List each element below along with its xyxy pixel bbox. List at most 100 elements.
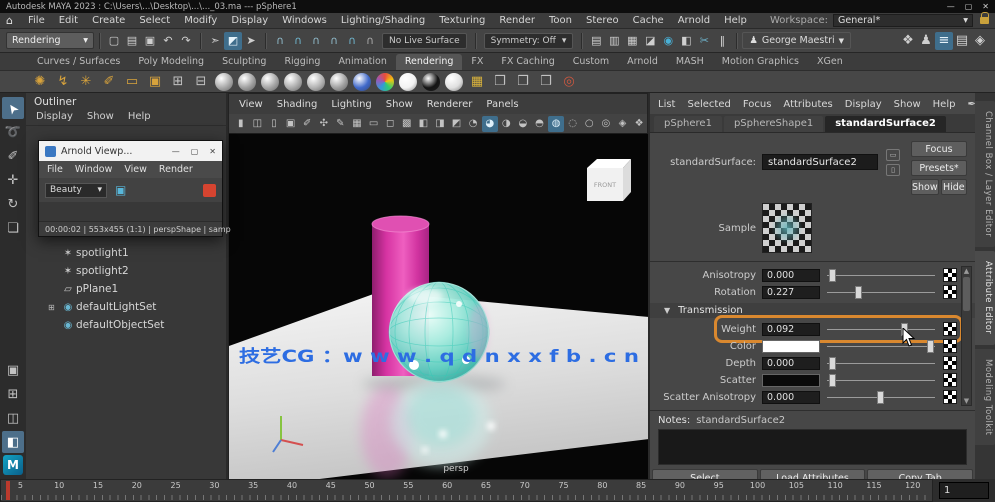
snap-point-icon[interactable]: ∩	[307, 32, 325, 50]
volume-light-icon[interactable]: ▭	[122, 72, 142, 92]
attribute-value-field[interactable]	[762, 373, 820, 387]
safe-title-icon[interactable]: ◩	[449, 116, 465, 132]
collapse-triangle-icon[interactable]: ▼	[664, 306, 670, 315]
save-scene-icon[interactable]: ▣	[141, 32, 159, 50]
light-editor-icon[interactable]: ❒	[536, 72, 556, 92]
modeling-toolkit-icon[interactable]: ❖	[899, 32, 917, 50]
render-target-icon[interactable]: ◎	[559, 72, 579, 92]
attribute-slider[interactable]	[827, 373, 935, 387]
ambient-occlusion-icon[interactable]: ◍	[548, 115, 564, 132]
texture-map-button[interactable]	[943, 373, 957, 387]
menu-item[interactable]: Cache	[626, 15, 671, 26]
workspace-dropdown[interactable]: General* ▾	[833, 14, 973, 27]
layout-four-pane[interactable]: ⊞	[2, 383, 24, 405]
arnold-menu-item[interactable]: Render	[159, 164, 193, 175]
sidebar-tab[interactable]: Modeling Toolkit	[975, 348, 995, 446]
hypershade-icon[interactable]: ⊟	[191, 72, 211, 92]
outliner-menu-item[interactable]: Help	[128, 111, 151, 122]
use-all-lights-icon[interactable]: ◒	[515, 116, 531, 132]
select-component-icon[interactable]: ➤	[242, 32, 260, 50]
playhead[interactable]	[6, 481, 10, 500]
spot-light-icon[interactable]: ✐	[99, 72, 119, 92]
menu-item[interactable]: Display	[224, 15, 275, 26]
menu-item[interactable]: Stereo	[579, 15, 626, 26]
viewport-menu-item[interactable]: Lighting	[331, 99, 371, 110]
select-tool[interactable]: ➤	[2, 97, 24, 119]
attribute-slider[interactable]	[827, 268, 935, 282]
wireframe-icon[interactable]: ◔	[465, 116, 481, 132]
shadows-icon[interactable]: ◓	[532, 116, 548, 132]
outliner-menu-item[interactable]: Display	[36, 111, 73, 122]
menu-set-dropdown[interactable]: Rendering ▾	[6, 32, 94, 49]
viewport-menu-item[interactable]: Renderer	[427, 99, 473, 110]
assign-material-icon[interactable]: ❒	[490, 72, 510, 92]
glass-sphere-object[interactable]	[388, 281, 490, 383]
shelf-tab[interactable]: Sculpting	[213, 54, 275, 70]
swatch-link-icon[interactable]: ▭	[886, 148, 900, 161]
minimize-button[interactable]: —	[947, 2, 955, 11]
menu-item[interactable]: Help	[717, 15, 754, 26]
bookmark-icon[interactable]: ▯	[266, 116, 282, 132]
timeline-ruler[interactable]: 5 10 15 20 25 30 35 40 45 50 55 60 65 70 75 80 85 90 95 100…	[0, 479, 933, 502]
attribute-editor-icon[interactable]: ▤	[953, 32, 971, 50]
surface-shader-black-icon[interactable]	[422, 72, 440, 91]
slider-handle[interactable]	[900, 322, 908, 336]
attribute-slider[interactable]	[827, 356, 935, 370]
attribute-editor-tab[interactable]: standardSurface2	[825, 116, 946, 132]
show-button[interactable]: Show	[911, 179, 939, 195]
2d-pan-zoom-icon[interactable]: ✐	[299, 116, 315, 132]
scrollbar-thumb[interactable]	[963, 277, 970, 311]
film-gate-icon[interactable]: ▭	[366, 116, 382, 132]
menu-item[interactable]: Edit	[52, 15, 85, 26]
expand-icon[interactable]: ⊞	[48, 303, 60, 312]
attribute-editor-tab[interactable]: pSphere1	[654, 116, 722, 132]
ipr-render-icon[interactable]: ▥	[605, 32, 623, 50]
arnold-menu-item[interactable]: Window	[75, 164, 112, 175]
live-surface-button[interactable]: No Live Surface	[382, 32, 467, 49]
output-connection-icon[interactable]: ▯	[886, 163, 900, 176]
home-icon[interactable]: ⌂	[6, 14, 13, 27]
checker-texture-icon[interactable]: ▦	[467, 72, 487, 92]
slider-handle[interactable]	[829, 373, 837, 387]
fx-icon[interactable]: ◈	[615, 116, 631, 132]
attribute-value-field[interactable]: 0.000	[762, 390, 820, 404]
shading-group-icon[interactable]: ⊞	[168, 72, 188, 92]
viewport-menu-item[interactable]: Show	[386, 99, 413, 110]
field-chart-icon[interactable]: ◧	[416, 116, 432, 132]
grease-pencil-icon[interactable]: ✎	[333, 116, 349, 132]
shelf-tab[interactable]: FX Caching	[492, 54, 563, 70]
textured-icon[interactable]: ◑	[499, 116, 515, 132]
texture-map-button[interactable]	[943, 285, 957, 299]
arnold-renderview-icon[interactable]: ◉	[659, 32, 677, 50]
scroll-down-icon[interactable]: ▼	[964, 397, 969, 405]
open-scene-icon[interactable]: ▤	[123, 32, 141, 50]
attribute-slider[interactable]	[827, 285, 935, 299]
gate-mask-icon[interactable]: ▩	[399, 116, 415, 132]
slider-handle[interactable]	[829, 268, 837, 282]
attribute-value-field[interactable]	[762, 339, 820, 353]
texture-map-button[interactable]	[943, 339, 957, 353]
rotate-tool[interactable]: ↻	[2, 193, 24, 215]
snap-projected-icon[interactable]: ∩	[325, 32, 343, 50]
menu-item[interactable]: Select	[132, 15, 177, 26]
select-object-icon[interactable]: ◩	[224, 31, 242, 50]
snap-view-icon[interactable]: ∩	[343, 32, 361, 50]
attribute-value-field[interactable]: 0.000	[762, 268, 820, 282]
focus-button[interactable]: Focus	[911, 141, 967, 157]
shelf-tab[interactable]: FX	[462, 54, 492, 70]
snap-grid-icon[interactable]: ∩	[271, 32, 289, 50]
attribute-editor-menu-item[interactable]: Help	[933, 99, 956, 110]
attribute-slider[interactable]	[827, 322, 935, 336]
channel-box-icon[interactable]: ≡	[935, 31, 953, 50]
viewport-menu-item[interactable]: View	[239, 99, 263, 110]
render-frame-icon[interactable]: ▤	[587, 32, 605, 50]
hide-button[interactable]: Hide	[940, 179, 967, 195]
sidebar-tab[interactable]: Channel Box / Layer Editor	[975, 101, 995, 248]
menu-item[interactable]: Windows	[275, 15, 334, 26]
cut-icon[interactable]: ✂	[695, 32, 713, 50]
attribute-editor-menu-item[interactable]: List	[658, 99, 675, 110]
camera-icon[interactable]: ▮	[233, 116, 249, 132]
texture-map-button[interactable]	[943, 268, 957, 282]
toon-shader-icon[interactable]	[376, 72, 394, 91]
render-settings-icon[interactable]: ◪	[641, 32, 659, 50]
